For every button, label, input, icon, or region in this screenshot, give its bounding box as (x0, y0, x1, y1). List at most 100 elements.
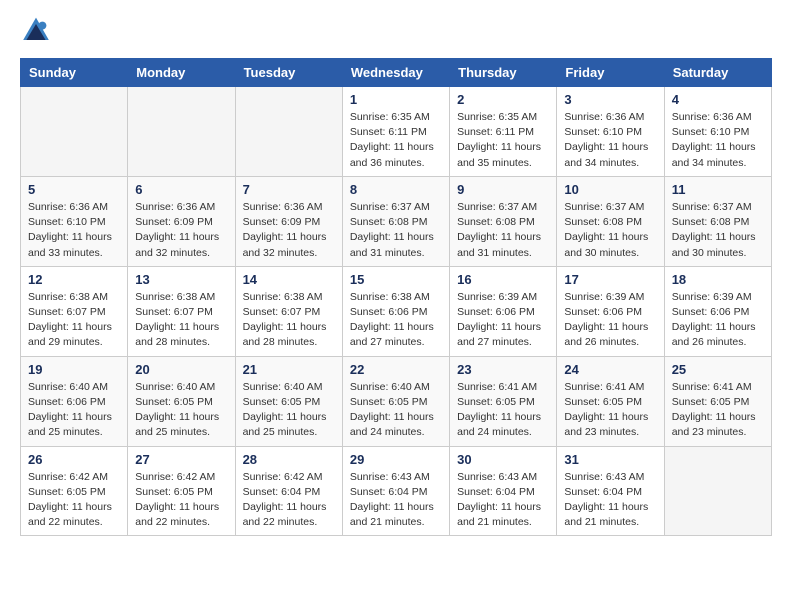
calendar-week-row: 5 Sunrise: 6:36 AM Sunset: 6:10 PM Daylig… (21, 176, 772, 266)
calendar-cell: 27 Sunrise: 6:42 AM Sunset: 6:05 PM Dayli… (128, 446, 235, 536)
day-info: Sunrise: 6:38 AM Sunset: 6:07 PM Dayligh… (135, 290, 227, 351)
day-info: Sunrise: 6:39 AM Sunset: 6:06 PM Dayligh… (457, 290, 549, 351)
calendar-cell: 23 Sunrise: 6:41 AM Sunset: 6:05 PM Dayli… (450, 356, 557, 446)
calendar-week-row: 19Sunrise: 6:40 AM Sunset: 6:06 PM Dayli… (21, 356, 772, 446)
calendar-cell: 5 Sunrise: 6:36 AM Sunset: 6:10 PM Daylig… (21, 176, 128, 266)
day-info: Sunrise: 6:39 AM Sunset: 6:06 PM Dayligh… (672, 290, 764, 351)
day-number: 18 (672, 272, 764, 287)
day-number: 17 (564, 272, 656, 287)
day-number: 9 (457, 182, 549, 197)
day-info: Sunrise: 6:41 AM Sunset: 6:05 PM Dayligh… (564, 380, 656, 441)
day-info: Sunrise: 6:43 AM Sunset: 6:04 PM Dayligh… (350, 470, 442, 531)
day-info: Sunrise: 6:37 AM Sunset: 6:08 PM Dayligh… (350, 200, 442, 261)
day-number: 6 (135, 182, 227, 197)
day-info: Sunrise: 6:36 AM Sunset: 6:10 PM Dayligh… (564, 110, 656, 171)
day-info: Sunrise: 6:36 AM Sunset: 6:09 PM Dayligh… (243, 200, 335, 261)
calendar-cell: 24 Sunrise: 6:41 AM Sunset: 6:05 PM Dayli… (557, 356, 664, 446)
calendar-cell: 12Sunrise: 6:38 AM Sunset: 6:07 PM Dayli… (21, 266, 128, 356)
calendar-week-row: 26 Sunrise: 6:42 AM Sunset: 6:05 PM Dayli… (21, 446, 772, 536)
day-info: Sunrise: 6:36 AM Sunset: 6:09 PM Dayligh… (135, 200, 227, 261)
calendar-cell: 22Sunrise: 6:40 AM Sunset: 6:05 PM Dayli… (342, 356, 449, 446)
day-info: Sunrise: 6:38 AM Sunset: 6:06 PM Dayligh… (350, 290, 442, 351)
calendar-cell: 28Sunrise: 6:42 AM Sunset: 6:04 PM Dayli… (235, 446, 342, 536)
calendar-week-row: 1 Sunrise: 6:35 AM Sunset: 6:11 PM Daylig… (21, 87, 772, 177)
day-info: Sunrise: 6:39 AM Sunset: 6:06 PM Dayligh… (564, 290, 656, 351)
day-info: Sunrise: 6:40 AM Sunset: 6:06 PM Dayligh… (28, 380, 120, 441)
day-number: 24 (564, 362, 656, 377)
day-number: 13 (135, 272, 227, 287)
day-number: 3 (564, 92, 656, 107)
day-info: Sunrise: 6:41 AM Sunset: 6:05 PM Dayligh… (672, 380, 764, 441)
day-info: Sunrise: 6:41 AM Sunset: 6:05 PM Dayligh… (457, 380, 549, 441)
calendar-cell (128, 87, 235, 177)
calendar-cell: 1 Sunrise: 6:35 AM Sunset: 6:11 PM Daylig… (342, 87, 449, 177)
day-info: Sunrise: 6:42 AM Sunset: 6:05 PM Dayligh… (135, 470, 227, 531)
calendar-cell: 20Sunrise: 6:40 AM Sunset: 6:05 PM Dayli… (128, 356, 235, 446)
header-wednesday: Wednesday (342, 59, 449, 87)
calendar-cell: 18 Sunrise: 6:39 AM Sunset: 6:06 PM Dayli… (664, 266, 771, 356)
header-tuesday: Tuesday (235, 59, 342, 87)
day-number: 5 (28, 182, 120, 197)
day-info: Sunrise: 6:38 AM Sunset: 6:07 PM Dayligh… (243, 290, 335, 351)
day-info: Sunrise: 6:40 AM Sunset: 6:05 PM Dayligh… (243, 380, 335, 441)
day-info: Sunrise: 6:37 AM Sunset: 6:08 PM Dayligh… (672, 200, 764, 261)
calendar-cell: 11 Sunrise: 6:37 AM Sunset: 6:08 PM Dayli… (664, 176, 771, 266)
day-number: 7 (243, 182, 335, 197)
day-number: 12 (28, 272, 120, 287)
day-info: Sunrise: 6:36 AM Sunset: 6:10 PM Dayligh… (28, 200, 120, 261)
day-info: Sunrise: 6:35 AM Sunset: 6:11 PM Dayligh… (457, 110, 549, 171)
calendar-cell: 25 Sunrise: 6:41 AM Sunset: 6:05 PM Dayli… (664, 356, 771, 446)
day-number: 25 (672, 362, 764, 377)
logo-icon (20, 16, 52, 48)
calendar-cell: 2 Sunrise: 6:35 AM Sunset: 6:11 PM Daylig… (450, 87, 557, 177)
calendar-cell (664, 446, 771, 536)
calendar-cell: 16 Sunrise: 6:39 AM Sunset: 6:06 PM Dayli… (450, 266, 557, 356)
day-number: 4 (672, 92, 764, 107)
calendar-cell: 13 Sunrise: 6:38 AM Sunset: 6:07 PM Dayli… (128, 266, 235, 356)
header-friday: Friday (557, 59, 664, 87)
day-number: 15 (350, 272, 442, 287)
calendar-cell (21, 87, 128, 177)
page-container: Sunday Monday Tuesday Wednesday Thursday… (0, 0, 792, 552)
calendar-table: Sunday Monday Tuesday Wednesday Thursday… (20, 58, 772, 536)
day-number: 8 (350, 182, 442, 197)
day-number: 26 (28, 452, 120, 467)
calendar-cell: 14 Sunrise: 6:38 AM Sunset: 6:07 PM Dayli… (235, 266, 342, 356)
day-number: 20 (135, 362, 227, 377)
day-number: 11 (672, 182, 764, 197)
day-info: Sunrise: 6:35 AM Sunset: 6:11 PM Dayligh… (350, 110, 442, 171)
day-number: 21 (243, 362, 335, 377)
header-sunday: Sunday (21, 59, 128, 87)
calendar-cell: 31Sunrise: 6:43 AM Sunset: 6:04 PM Dayli… (557, 446, 664, 536)
day-number: 23 (457, 362, 549, 377)
calendar-cell: 7 Sunrise: 6:36 AM Sunset: 6:09 PM Daylig… (235, 176, 342, 266)
calendar-cell (235, 87, 342, 177)
header-saturday: Saturday (664, 59, 771, 87)
day-number: 31 (564, 452, 656, 467)
calendar-cell: 26Sunrise: 6:42 AM Sunset: 6:05 PM Dayli… (21, 446, 128, 536)
day-number: 27 (135, 452, 227, 467)
calendar-cell: 29 Sunrise: 6:43 AM Sunset: 6:04 PM Dayli… (342, 446, 449, 536)
calendar-cell: 6 Sunrise: 6:36 AM Sunset: 6:09 PM Daylig… (128, 176, 235, 266)
day-info: Sunrise: 6:37 AM Sunset: 6:08 PM Dayligh… (457, 200, 549, 261)
header-monday: Monday (128, 59, 235, 87)
day-info: Sunrise: 6:43 AM Sunset: 6:04 PM Dayligh… (457, 470, 549, 531)
day-number: 16 (457, 272, 549, 287)
day-number: 1 (350, 92, 442, 107)
calendar-week-row: 12 Sunrise: 6:38 AM Sunset: 6:07 PM Dayli… (21, 266, 772, 356)
header-thursday: Thursday (450, 59, 557, 87)
day-number: 29 (350, 452, 442, 467)
calendar-cell: 9 Sunrise: 6:37 AM Sunset: 6:08 PM Daylig… (450, 176, 557, 266)
day-number: 14 (243, 272, 335, 287)
logo (20, 16, 56, 48)
day-number: 2 (457, 92, 549, 107)
weekday-header-row: Sunday Monday Tuesday Wednesday Thursday… (21, 59, 772, 87)
calendar-cell: 17 Sunrise: 6:39 AM Sunset: 6:06 PM Dayli… (557, 266, 664, 356)
calendar-cell: 4Sunrise: 6:36 AM Sunset: 6:10 PM Daylig… (664, 87, 771, 177)
day-number: 10 (564, 182, 656, 197)
day-info: Sunrise: 6:40 AM Sunset: 6:05 PM Dayligh… (350, 380, 442, 441)
calendar-cell: 30Sunrise: 6:43 AM Sunset: 6:04 PM Dayli… (450, 446, 557, 536)
day-number: 28 (243, 452, 335, 467)
day-info: Sunrise: 6:37 AM Sunset: 6:08 PM Dayligh… (564, 200, 656, 261)
calendar-cell: 8 Sunrise: 6:37 AM Sunset: 6:08 PM Daylig… (342, 176, 449, 266)
